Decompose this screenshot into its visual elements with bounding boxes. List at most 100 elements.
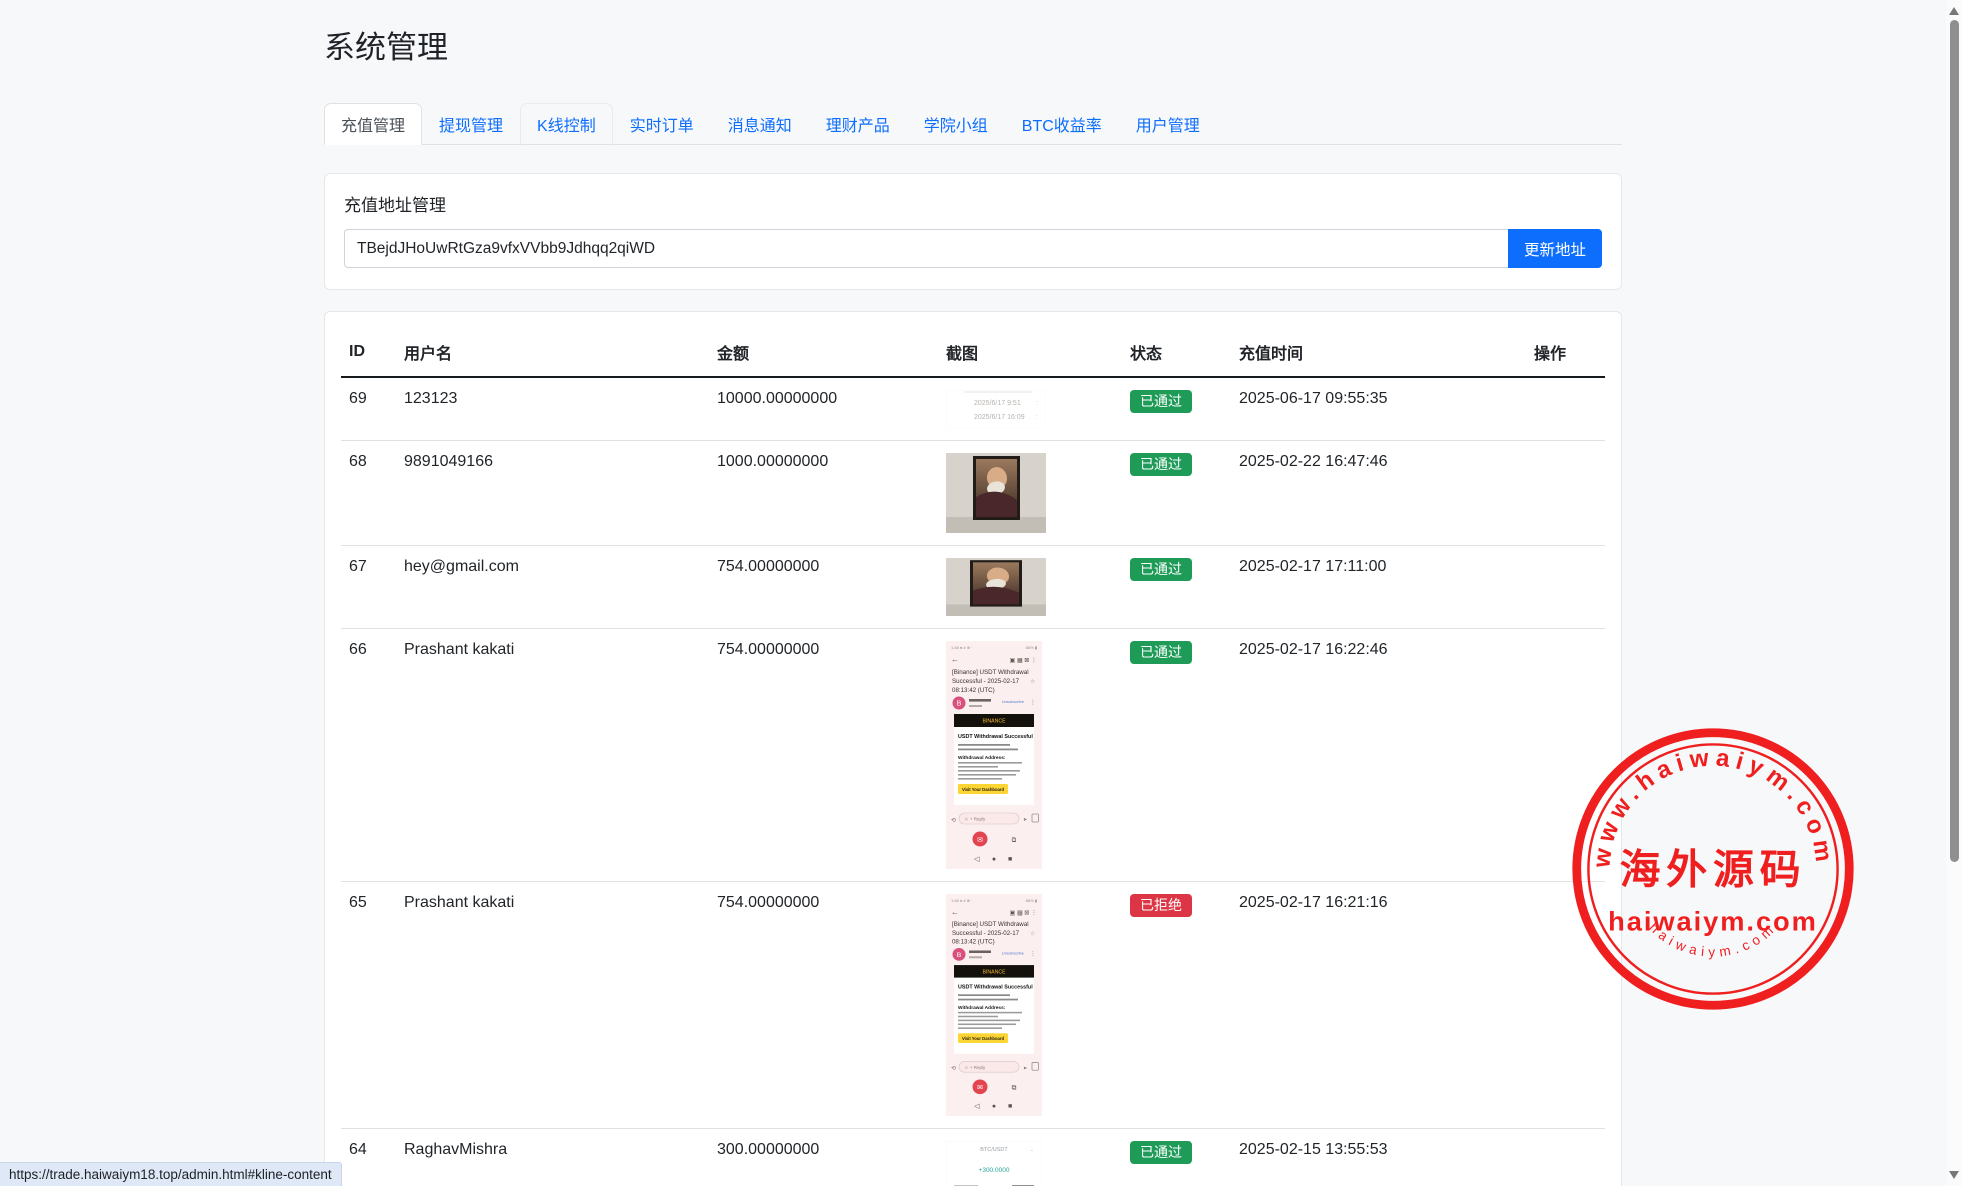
svg-text:☆: ☆ [1030, 931, 1035, 937]
cell-actions [1526, 546, 1605, 629]
status-badge: 已通过 [1130, 641, 1192, 664]
tab-academy-group[interactable]: 学院小组 [907, 103, 1005, 145]
table-header-row: ID 用户名 金额 截图 状态 充值时间 操作 [341, 328, 1605, 377]
svg-text:Successful - 2025-02-17: Successful - 2025-02-17 [952, 678, 1020, 685]
screenshot-thumbnail[interactable] [946, 453, 1046, 533]
recharge-records-table: ID 用户名 金额 截图 状态 充值时间 操作 69 123123 10000.… [341, 328, 1605, 1186]
col-header-id: ID [341, 328, 396, 377]
address-input-group: 更新地址 [344, 229, 1602, 268]
table-row: 68 9891049166 1000.00000000 [341, 441, 1605, 546]
svg-text:B: B [957, 952, 962, 959]
watermark-domain-text: haiwaiym.com [1608, 905, 1818, 936]
cell-amount: 10000.00000000 [709, 377, 938, 441]
cell-amount: 754.00000000 [709, 882, 938, 1129]
cell-time: 2025-02-17 17:11:00 [1231, 546, 1526, 629]
svg-text:Visit Your Dashboard: Visit Your Dashboard [962, 1036, 1005, 1041]
svg-text:➤: ➤ [1023, 1065, 1027, 1071]
svg-text:Unsubscribe: Unsubscribe [1002, 950, 1025, 955]
recharge-address-panel: 充值地址管理 更新地址 [324, 173, 1622, 290]
cell-time: 2025-06-17 09:55:35 [1231, 377, 1526, 441]
tab-financial-products[interactable]: 理财产品 [809, 103, 907, 145]
cell-id: 64 [341, 1129, 396, 1186]
cell-time: 2025-02-22 16:47:46 [1231, 441, 1526, 546]
tab-bar: 充值管理 提现管理 K线控制 实时订单 消息通知 理财产品 学院小组 BTC收益… [324, 103, 1622, 145]
svg-text:⧉: ⧉ [1012, 837, 1017, 844]
cell-username: hey@gmail.com [396, 546, 709, 629]
svg-text:☺ + Reply: ☺ + Reply [964, 817, 986, 822]
svg-text:Withdrawal Address:: Withdrawal Address: [958, 1005, 1006, 1011]
cell-actions [1526, 441, 1605, 546]
recharge-address-input[interactable] [344, 229, 1508, 268]
svg-text:BINANCE: BINANCE [982, 969, 1006, 975]
table-row: 66 Prashant kakati 754.00000000 1:48 ● #… [341, 629, 1605, 882]
svg-text:BINANCE: BINANCE [982, 719, 1006, 725]
update-address-button[interactable]: 更新地址 [1508, 229, 1602, 268]
svg-text:88% ▮: 88% ▮ [1026, 898, 1037, 903]
svg-text:2025/6/17 16:09: 2025/6/17 16:09 [974, 414, 1025, 421]
status-badge: 已通过 [1130, 453, 1192, 476]
tab-withdrawal-management[interactable]: 提现管理 [422, 103, 520, 145]
cell-id: 65 [341, 882, 396, 1129]
watermark-chinese-text: 海外源码 [1620, 846, 1807, 894]
cell-actions [1526, 882, 1605, 1129]
svg-text:●: ● [992, 1103, 996, 1110]
svg-text:[Binance] USDT Withdrawal: [Binance] USDT Withdrawal [952, 669, 1029, 676]
tab-recharge-management[interactable]: 充值管理 [324, 103, 422, 145]
tab-kline-control[interactable]: K线控制 [520, 103, 613, 145]
svg-text:■: ■ [1008, 856, 1012, 863]
status-badge: 已拒绝 [1130, 894, 1192, 917]
cell-time: 2025-02-15 13:55:53 [1231, 1129, 1526, 1186]
svg-text:1:48 ● # ⊕ ·: 1:48 ● # ⊕ · [951, 898, 972, 903]
svg-text:Unsubscribe: Unsubscribe [1002, 699, 1025, 704]
svg-text:☆: ☆ [1030, 679, 1035, 685]
main-content: 系统管理 充值管理 提现管理 K线控制 实时订单 消息通知 理财产品 学院小组 … [324, 0, 1622, 1186]
table-row: 67 hey@gmail.com 754.00000000 [341, 546, 1605, 629]
svg-text:haiwaiym.com: haiwaiym.com [1646, 920, 1779, 960]
cell-amount: 300.00000000 [709, 1129, 938, 1186]
cell-username: Prashant kakati [396, 882, 709, 1129]
cell-time: 2025-02-17 16:22:46 [1231, 629, 1526, 882]
svg-text:➤: ➤ [1023, 817, 1027, 823]
scrollbar-thumb[interactable] [1950, 20, 1959, 862]
screenshot-thumbnail[interactable]: 2025/6/17 9:51 : 2025/6/17 16:09 : [946, 390, 1046, 428]
screenshot-thumbnail[interactable]: 1:48 ● # ⊕ · 88% ▮ ← ▣ ▦ ⊠ ⋮ [Binance] U… [946, 641, 1042, 869]
cell-amount: 754.00000000 [709, 629, 938, 882]
cell-actions [1526, 1129, 1605, 1186]
svg-text:☺ + Reply: ☺ + Reply [964, 1065, 986, 1070]
screenshot-thumbnail[interactable]: 1:48 ● # ⊕ · 88% ▮ ← ▣ ▦ ⊠ ⋮ [Binance] U… [946, 894, 1042, 1116]
svg-text:←: ← [951, 908, 959, 917]
scrollbar-up-arrow-icon[interactable] [1949, 7, 1959, 15]
svg-text:[Binance] USDT Withdrawal: [Binance] USDT Withdrawal [952, 921, 1029, 928]
address-panel-heading: 充值地址管理 [344, 191, 1602, 216]
screenshot-thumbnail[interactable]: BTC/USDT ⌄ +300.0000 [946, 1141, 1042, 1186]
table-row: 69 123123 10000.00000000 2025/6/17 9:51 … [341, 377, 1605, 441]
col-header-time: 充值时间 [1231, 328, 1526, 377]
status-badge: 已通过 [1130, 1141, 1192, 1164]
cell-username: Prashant kakati [396, 629, 709, 882]
scrollbar-down-arrow-icon[interactable] [1949, 1171, 1959, 1179]
tab-realtime-orders[interactable]: 实时订单 [613, 103, 711, 145]
cell-actions [1526, 629, 1605, 882]
svg-text:■: ■ [1008, 1103, 1012, 1110]
status-badge: 已通过 [1130, 558, 1192, 581]
svg-text:⟲: ⟲ [951, 818, 956, 824]
cell-username: 123123 [396, 377, 709, 441]
svg-text:⧉: ⧉ [1012, 1085, 1017, 1092]
tab-user-management[interactable]: 用户管理 [1119, 103, 1217, 145]
scrollbar[interactable] [1946, 0, 1962, 1186]
cell-id: 67 [341, 546, 396, 629]
tab-message-notification[interactable]: 消息通知 [711, 103, 809, 145]
col-header-actions: 操作 [1526, 328, 1605, 377]
cell-id: 69 [341, 377, 396, 441]
tab-btc-yield[interactable]: BTC收益率 [1005, 103, 1119, 145]
svg-text:1:48 ● # ⊕ ·: 1:48 ● # ⊕ · [951, 645, 973, 650]
svg-text:2025/6/17 9:51: 2025/6/17 9:51 [974, 400, 1021, 407]
svg-text:✉: ✉ [977, 837, 983, 844]
cell-username: RaghavMishra [396, 1129, 709, 1186]
svg-text:▣ ▦ ⊠ ⋮: ▣ ▦ ⊠ ⋮ [1010, 911, 1037, 917]
screenshot-thumbnail[interactable] [946, 558, 1046, 616]
svg-text:08:13:42 (UTC): 08:13:42 (UTC) [952, 687, 995, 694]
col-header-amount: 金额 [709, 328, 938, 377]
table-row: 65 Prashant kakati 754.00000000 1:48 ● #… [341, 882, 1605, 1129]
svg-text:Withdrawal Address:: Withdrawal Address: [958, 755, 1006, 761]
